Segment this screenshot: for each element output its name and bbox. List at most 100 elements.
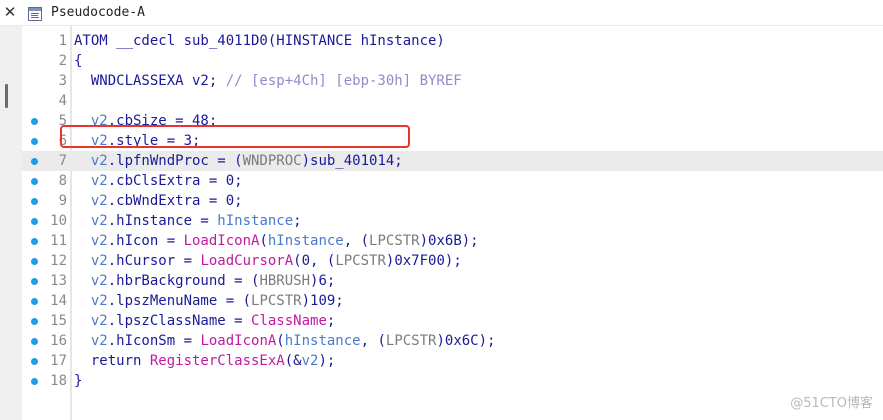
code-token: LPCSTR [385,333,437,349]
code-token: } [74,373,83,389]
code-text: WNDCLASSEXA v2; // [esp+4Ch] [ebp-30h] B… [74,71,462,91]
code-token: LoadIconA [200,333,277,349]
code-token: v2 [90,313,108,329]
code-text: v2.hIcon = LoadIconA(hInstance, (LPCSTR)… [74,231,479,251]
code-text: v2.lpszMenuName = (LPCSTR)109; [74,291,344,311]
code-token: .hIcon = [107,233,184,249]
code-text: v2.lpszClassName = ClassName; [74,311,335,331]
code-token: ATOM __cdecl sub_4011D0(HINSTANCE hInsta… [74,33,445,49]
code-text: } [74,371,82,391]
code-token: v2 [90,253,108,269]
breakpoint-dot-icon[interactable] [31,238,38,245]
code-token: ); [318,353,336,369]
line-number: 10 [50,213,67,229]
code-token: v2 [90,113,108,129]
code-line[interactable]: 12 v2.hCursor = LoadCursorA(0, (LPCSTR)0… [22,251,883,271]
code-line[interactable]: 15 v2.lpszClassName = ClassName; [22,311,883,331]
code-token: .cbClsExtra = 0; [107,173,243,189]
rail-grip-handle[interactable] [5,84,8,108]
code-line[interactable]: 10 v2.hInstance = hInstance; [22,211,883,231]
code-line[interactable]: 13 v2.hbrBackground = (HBRUSH)6; [22,271,883,291]
code-token: .lpfnWndProc = ( [107,153,243,169]
code-token: { [74,53,83,69]
code-token: v2 [90,193,108,209]
breakpoint-dot-icon[interactable] [31,178,38,185]
code-token: LPCSTR [369,233,420,249]
code-token: )0x6C); [436,333,496,349]
code-token: .hCursor = [107,253,201,269]
code-token: v2 [90,233,108,249]
line-number: 13 [50,273,67,289]
code-line[interactable]: 8 v2.cbClsExtra = 0; [22,171,883,191]
line-number: 7 [58,153,67,169]
code-token: LoadIconA [183,233,260,249]
breakpoint-dot-icon[interactable] [31,378,38,385]
code-line[interactable]: 7 v2.lpfnWndProc = (WNDPROC)sub_401014; [22,151,883,171]
code-token: .lpszClassName = [107,313,252,329]
code-token: ( [276,333,285,349]
line-number: 15 [50,313,67,329]
pseudocode-view[interactable]: 1 ATOM __cdecl sub_4011D0(HINSTANCE hInst… [22,26,883,420]
breakpoint-dot-icon[interactable] [31,118,38,125]
code-token: WNDCLASSEXA v2; [74,73,226,89]
close-icon[interactable]: ✕ [0,2,20,22]
breakpoint-dot-icon[interactable] [31,298,38,305]
code-token: v2 [90,173,108,189]
line-number: 17 [50,353,67,369]
code-token: hInstance [284,333,361,349]
watermark: @51CTO博客 [790,396,873,411]
line-number: 16 [50,333,67,349]
breakpoint-dot-icon[interactable] [31,218,38,225]
line-number: 1 [58,33,67,49]
code-line[interactable]: 9 v2.cbWndExtra = 0; [22,191,883,211]
code-text: return RegisterClassExA(&v2); [74,351,335,371]
line-number: 14 [50,293,67,309]
code-token: ; [326,313,336,329]
code-token: RegisterClassExA [149,353,285,369]
code-line[interactable]: 6 v2.style = 3; [22,131,883,151]
breakpoint-dot-icon[interactable] [31,138,38,145]
code-line[interactable]: 4 [22,91,883,111]
breakpoint-dot-icon[interactable] [31,158,38,165]
code-token: return [74,353,150,369]
breakpoint-dot-icon[interactable] [31,278,38,285]
code-line[interactable]: 2{ [22,51,883,71]
breakpoint-dot-icon[interactable] [31,338,38,345]
code-line[interactable]: 5 v2.cbSize = 48; [22,111,883,131]
breakpoint-dot-icon[interactable] [31,198,38,205]
code-token: .hInstance = [107,213,218,229]
code-line[interactable]: 18} [22,371,883,391]
code-line[interactable]: 14 v2.lpszMenuName = (LPCSTR)109; [22,291,883,311]
code-token: .style = 3; [107,133,201,149]
line-number: 18 [50,373,67,389]
code-token: .hbrBackground = ( [107,273,260,289]
breakpoint-dot-icon[interactable] [31,358,38,365]
code-text: v2.style = 3; [74,131,201,151]
code-line[interactable]: 17 return RegisterClassExA(&v2); [22,351,883,371]
line-number: 2 [58,53,67,69]
code-token: )0x7F00); [385,253,462,269]
code-token: (& [284,353,302,369]
code-line[interactable]: 1 ATOM __cdecl sub_4011D0(HINSTANCE hInst… [22,31,883,51]
code-token: v2 [90,333,108,349]
tab-pseudocode-a[interactable]: Pseudocode-A [22,0,155,25]
code-token: )6; [310,273,336,289]
code-token: LPCSTR [251,293,302,309]
code-line[interactable]: 3 WNDCLASSEXA v2; // [esp+4Ch] [ebp-30h]… [22,71,883,91]
code-token: )0x6B); [419,233,479,249]
code-line[interactable]: 16 v2.hIconSm = LoadIconA(hInstance, (LP… [22,331,883,351]
line-number: 4 [58,93,67,109]
breakpoint-dot-icon[interactable] [31,258,38,265]
code-line[interactable]: 11 v2.hIcon = LoadIconA(hInstance, (LPCS… [22,231,883,251]
breakpoint-dot-icon[interactable] [31,318,38,325]
code-token: .cbSize = 48; [107,113,218,129]
